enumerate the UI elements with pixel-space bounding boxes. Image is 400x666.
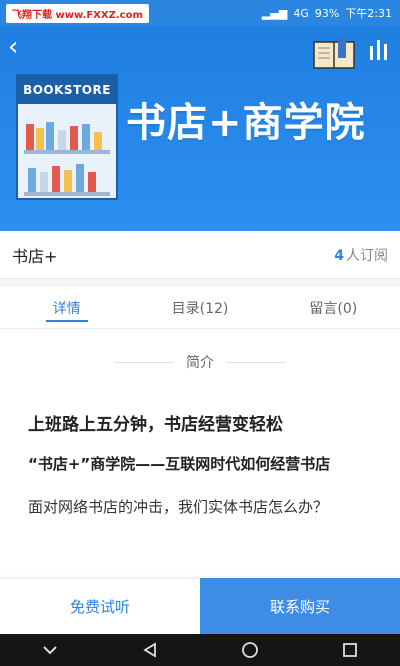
back-nav-icon[interactable] xyxy=(140,640,160,660)
divider-line xyxy=(226,361,286,363)
back-arrow-icon[interactable]: ‹ xyxy=(8,34,18,60)
description-heading: 上班路上五分钟，书店经营变轻松 xyxy=(28,415,283,435)
signal-icon: ▂▄▆ xyxy=(261,6,288,20)
intro-title: 简介 xyxy=(186,355,214,371)
hero-banner: ‹ BOOKSTORE 书店+商学院 xyxy=(0,26,400,231)
status-time: 下午2:31 xyxy=(345,7,392,20)
intro-header: 简介 xyxy=(0,345,400,379)
collapse-nav-icon[interactable] xyxy=(40,640,60,660)
description-paragraph: 面对网络书店的冲击，我们实体书店怎么办？ xyxy=(28,498,329,516)
course-name: 书店+ xyxy=(12,246,58,266)
contact-purchase-button[interactable]: 联系购买 xyxy=(200,578,400,634)
tab-bar: 详情 目录(12) 留言(0) xyxy=(0,287,400,329)
description-subheading: “书店+”商学院——互联网时代如何经营书店 xyxy=(28,455,331,473)
course-info: 书店+ 4 人订阅 xyxy=(0,231,400,279)
bookstore-illustration: BOOKSTORE xyxy=(16,74,118,200)
tab-details[interactable]: 详情 xyxy=(0,287,133,328)
status-icons: ▂▄▆ 4G 93% 下午2:31 xyxy=(262,5,400,21)
network-label: 4G xyxy=(293,6,309,20)
free-trial-button[interactable]: 免费试听 xyxy=(0,578,200,634)
bookshelf xyxy=(24,112,110,196)
navigation-bar xyxy=(0,634,400,666)
status-bar: 飞翔下载 www.FXXZ.com ▂▄▆ 4G 93% 下午2:31 xyxy=(0,0,400,26)
bookstore-label: BOOKSTORE xyxy=(18,76,116,104)
action-bar: 免费试听 联系购买 xyxy=(0,578,400,634)
stats-icon[interactable] xyxy=(368,38,390,62)
subscriber-count: 4 人订阅 xyxy=(334,245,388,265)
battery-label: 93% xyxy=(314,6,340,20)
recents-nav-icon[interactable] xyxy=(340,640,360,660)
banner-title: 书店+商学院 xyxy=(126,100,366,146)
home-nav-icon[interactable] xyxy=(240,640,260,660)
subscriber-suffix: 人订阅 xyxy=(346,247,388,264)
subscriber-number: 4 xyxy=(334,247,344,264)
section-divider xyxy=(0,279,400,287)
tab-catalog[interactable]: 目录(12) xyxy=(133,287,266,328)
divider-line xyxy=(114,361,174,363)
tab-comments[interactable]: 留言(0) xyxy=(267,287,400,328)
watermark: 飞翔下载 www.FXXZ.com xyxy=(6,3,149,23)
course-description: 上班路上五分钟，书店经营变轻松 “书店+”商学院——互联网时代如何经营书店 面对… xyxy=(28,410,372,532)
book-icon[interactable] xyxy=(312,36,356,70)
